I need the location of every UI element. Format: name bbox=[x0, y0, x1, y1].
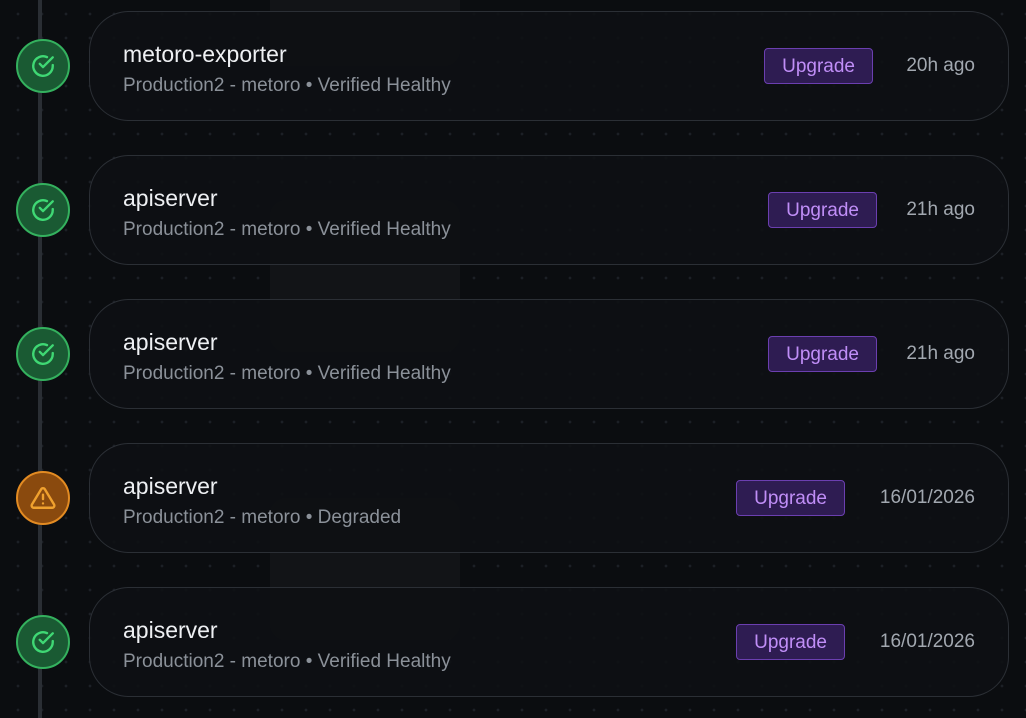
check-circle-icon bbox=[32, 343, 54, 365]
service-meta: Production2 - metoro • Verified Healthy bbox=[123, 650, 451, 674]
health-status: Verified Healthy bbox=[317, 363, 451, 384]
service-meta: Production2 - metoro • Verified Healthy bbox=[123, 74, 451, 98]
separator-dot: • bbox=[305, 75, 313, 96]
cluster-name: Production2 - metoro bbox=[123, 219, 301, 240]
service-name: apiserver bbox=[123, 617, 218, 643]
upgrade-button[interactable]: Upgrade bbox=[736, 624, 845, 660]
event-time: 21h ago bbox=[906, 343, 975, 364]
healthy-status-icon bbox=[16, 39, 70, 93]
separator-dot: • bbox=[305, 219, 313, 240]
timeline-event: metoro-exporter Production2 - metoro • V… bbox=[0, 11, 1026, 123]
service-name: apiserver bbox=[123, 473, 218, 499]
event-card[interactable]: apiserver Production2 - metoro • Verifie… bbox=[89, 299, 1009, 409]
timeline-event: apiserver Production2 - metoro • Verifie… bbox=[0, 299, 1026, 411]
upgrade-button[interactable]: Upgrade bbox=[764, 48, 873, 84]
cluster-name: Production2 - metoro bbox=[123, 507, 301, 528]
check-circle-icon bbox=[32, 199, 54, 221]
upgrade-button[interactable]: Upgrade bbox=[768, 192, 877, 228]
event-time: 16/01/2026 bbox=[879, 487, 975, 508]
event-time: 21h ago bbox=[906, 199, 975, 220]
service-meta: Production2 - metoro • Verified Healthy bbox=[123, 362, 451, 386]
timeline-event: apiserver Production2 - metoro • Verifie… bbox=[0, 587, 1026, 699]
degraded-status-icon bbox=[16, 471, 70, 525]
check-circle-icon bbox=[32, 55, 54, 77]
cluster-name: Production2 - metoro bbox=[123, 363, 301, 384]
event-card[interactable]: metoro-exporter Production2 - metoro • V… bbox=[89, 11, 1009, 121]
health-status: Degraded bbox=[317, 507, 402, 528]
event-time: 20h ago bbox=[906, 55, 975, 76]
healthy-status-icon bbox=[16, 183, 70, 237]
service-name: metoro-exporter bbox=[123, 41, 287, 67]
health-status: Verified Healthy bbox=[317, 75, 451, 96]
cluster-name: Production2 - metoro bbox=[123, 75, 301, 96]
service-meta: Production2 - metoro • Degraded bbox=[123, 506, 401, 530]
service-meta: Production2 - metoro • Verified Healthy bbox=[123, 218, 451, 242]
check-circle-icon bbox=[32, 631, 54, 653]
timeline-event: apiserver Production2 - metoro • Degrade… bbox=[0, 443, 1026, 555]
separator-dot: • bbox=[305, 507, 313, 528]
warning-triangle-icon bbox=[30, 487, 56, 509]
event-card[interactable]: apiserver Production2 - metoro • Degrade… bbox=[89, 443, 1009, 553]
timeline-event: apiserver Production2 - metoro • Verifie… bbox=[0, 155, 1026, 267]
service-name: apiserver bbox=[123, 329, 218, 355]
event-card[interactable]: apiserver Production2 - metoro • Verifie… bbox=[89, 155, 1009, 265]
cluster-name: Production2 - metoro bbox=[123, 651, 301, 672]
event-time: 16/01/2026 bbox=[879, 631, 975, 652]
service-name: apiserver bbox=[123, 185, 218, 211]
separator-dot: • bbox=[305, 363, 313, 384]
health-status: Verified Healthy bbox=[317, 651, 451, 672]
upgrade-button[interactable]: Upgrade bbox=[736, 480, 845, 516]
healthy-status-icon bbox=[16, 615, 70, 669]
health-status: Verified Healthy bbox=[317, 219, 451, 240]
event-card[interactable]: apiserver Production2 - metoro • Verifie… bbox=[89, 587, 1009, 697]
upgrade-button[interactable]: Upgrade bbox=[768, 336, 877, 372]
healthy-status-icon bbox=[16, 327, 70, 381]
separator-dot: • bbox=[305, 651, 313, 672]
